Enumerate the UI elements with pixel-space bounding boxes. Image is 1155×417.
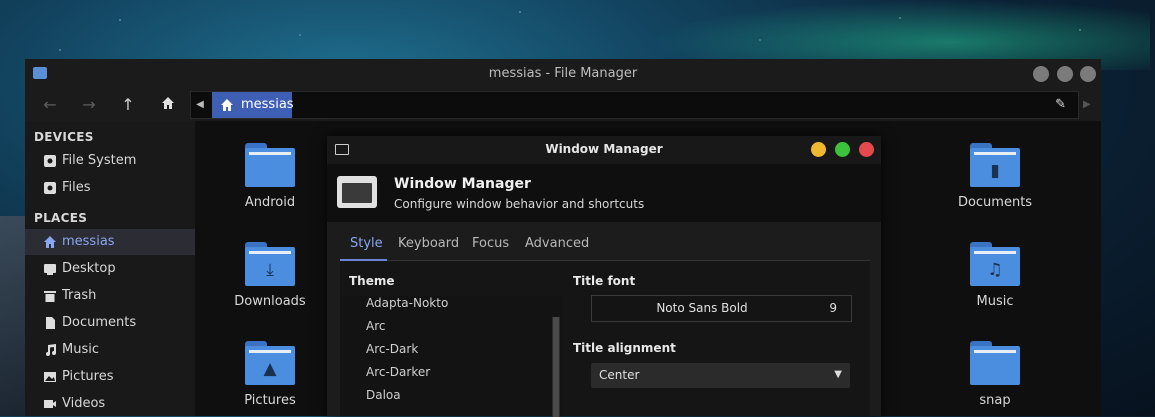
- fm-toolbar: ← → ↑ ◀ messias ✎: [25, 89, 1101, 121]
- file-name: Documents: [957, 195, 1033, 210]
- sidebar-item-label: Files: [62, 180, 91, 195]
- desktop-icon: [44, 264, 56, 275]
- maximize-button[interactable]: [835, 142, 850, 157]
- title-alignment-label: Title alignment: [573, 341, 676, 355]
- folder-icon: [970, 341, 1020, 385]
- file-name: Downloads: [234, 294, 306, 309]
- file-item-android[interactable]: Android: [220, 143, 320, 210]
- chevron-down-icon: ▼: [834, 369, 842, 380]
- drive-icon: [44, 182, 56, 194]
- devices-heading: DEVICES: [34, 130, 94, 144]
- tab-style[interactable]: Style: [350, 236, 383, 251]
- home-icon: [162, 97, 174, 109]
- list-item[interactable]: Adapta-Nokto: [366, 296, 448, 310]
- wm-tab-bar: Style Keyboard Focus Advanced: [340, 232, 870, 261]
- path-scroll-right-icon[interactable]: ▶: [1083, 99, 1091, 110]
- theme-label: Theme: [349, 274, 395, 288]
- style-panel: Theme Adapta-Nokto Arc Arc-Dark Arc-Dark…: [340, 261, 870, 417]
- file-name: Android: [244, 195, 296, 210]
- list-item[interactable]: Arc: [366, 319, 385, 333]
- file-item-documents[interactable]: ▮ Documents: [945, 143, 1045, 210]
- back-arrow-icon[interactable]: ←: [38, 93, 62, 117]
- sidebar-item-documents[interactable]: Documents: [25, 310, 195, 336]
- minimize-button[interactable]: [1033, 66, 1049, 82]
- minimize-button[interactable]: [811, 142, 826, 157]
- breadcrumb-label: messias: [241, 97, 294, 112]
- window-manager-icon: [337, 176, 377, 208]
- sidebar-item-files[interactable]: Files: [25, 175, 195, 201]
- home-icon: [221, 99, 233, 111]
- music-folder-icon: ♫: [970, 242, 1020, 286]
- download-folder-icon: ⤓: [245, 242, 295, 286]
- file-item-music[interactable]: ♫ Music: [945, 242, 1045, 309]
- sidebar-item-label: File System: [62, 153, 137, 168]
- trash-icon: [44, 291, 56, 302]
- tab-keyboard[interactable]: Keyboard: [398, 236, 459, 251]
- edit-path-pencil-icon[interactable]: ✎: [1055, 97, 1066, 112]
- sidebar-item-label: Videos: [62, 396, 106, 411]
- title-alignment-select[interactable]: Center ▼: [591, 363, 850, 388]
- sidebar-item-trash[interactable]: Trash: [25, 283, 195, 309]
- title-font-button[interactable]: Noto Sans Bold 9: [591, 295, 852, 322]
- file-name: snap: [979, 393, 1011, 408]
- fm-sidebar: DEVICES File System Files PLACES messias…: [25, 121, 195, 416]
- file-item-snap[interactable]: snap: [945, 341, 1045, 408]
- fm-window-title: messias - File Manager: [488, 66, 638, 81]
- theme-list[interactable]: Adapta-Nokto Arc Arc-Dark Arc-Darker Dal…: [340, 296, 562, 416]
- breadcrumb-home[interactable]: messias: [212, 92, 294, 118]
- up-arrow-icon[interactable]: ↑: [116, 93, 140, 117]
- close-button[interactable]: [1080, 66, 1096, 82]
- wm-window-title: Window Manager: [545, 142, 663, 156]
- path-bar[interactable]: ◀ messias ✎: [190, 91, 1079, 119]
- sidebar-item-label: Desktop: [62, 261, 116, 276]
- fm-titlebar[interactable]: messias - File Manager: [25, 59, 1101, 89]
- title-font-label: Title font: [573, 274, 636, 288]
- path-scroll-left-icon[interactable]: ◀: [193, 92, 207, 118]
- sidebar-item-pictures[interactable]: Pictures: [25, 364, 195, 390]
- wm-header-title: Window Manager: [394, 176, 531, 192]
- tab-advanced[interactable]: Advanced: [525, 236, 589, 251]
- list-item[interactable]: Arc-Darker: [366, 365, 430, 379]
- home-icon: [44, 236, 56, 248]
- sidebar-item-label: Music: [62, 342, 99, 357]
- music-icon: [46, 344, 56, 356]
- title-font-name: Noto Sans Bold: [656, 301, 748, 315]
- sidebar-item-messias[interactable]: messias: [25, 229, 195, 255]
- title-font-size: 9: [829, 301, 837, 315]
- sidebar-item-desktop[interactable]: Desktop: [25, 256, 195, 282]
- close-button[interactable]: [859, 142, 874, 157]
- sidebar-item-label: messias: [62, 234, 115, 249]
- file-name: Pictures: [244, 393, 296, 408]
- sidebar-item-label: Pictures: [62, 369, 114, 384]
- sidebar-item-label: Trash: [62, 288, 97, 303]
- sidebar-item-music[interactable]: Music: [25, 337, 195, 363]
- wm-header: Window Manager Configure window behavior…: [327, 164, 881, 222]
- sidebar-item-videos[interactable]: Videos: [25, 391, 195, 417]
- pictures-folder-icon: ▲: [245, 341, 295, 385]
- home-button[interactable]: [156, 93, 180, 117]
- document-icon: [46, 317, 55, 329]
- wm-titlebar[interactable]: Window Manager: [327, 136, 881, 164]
- list-item[interactable]: Arc-Dark: [366, 342, 418, 356]
- file-item-downloads[interactable]: ⤓ Downloads: [220, 242, 320, 309]
- documents-folder-icon: ▮: [970, 143, 1020, 187]
- places-heading: PLACES: [34, 211, 88, 225]
- video-icon: [44, 400, 56, 408]
- maximize-button[interactable]: [1057, 66, 1073, 82]
- list-item[interactable]: Daloa: [366, 388, 401, 402]
- picture-icon: [44, 372, 56, 382]
- sidebar-item-label: Documents: [62, 315, 137, 330]
- sidebar-item-file-system[interactable]: File System: [25, 148, 195, 174]
- wm-header-subtitle: Configure window behavior and shortcuts: [394, 197, 645, 211]
- file-name: Music: [976, 294, 1014, 309]
- title-alignment-value: Center: [599, 368, 640, 382]
- window-manager-dialog: Window Manager Window Manager Configure …: [327, 136, 881, 417]
- tab-focus[interactable]: Focus: [472, 236, 509, 251]
- drive-icon: [44, 155, 56, 167]
- forward-arrow-icon[interactable]: →: [77, 93, 101, 117]
- theme-list-scroll-thumb[interactable]: [553, 317, 559, 417]
- file-item-pictures[interactable]: ▲ Pictures: [220, 341, 320, 408]
- folder-icon: [245, 143, 295, 187]
